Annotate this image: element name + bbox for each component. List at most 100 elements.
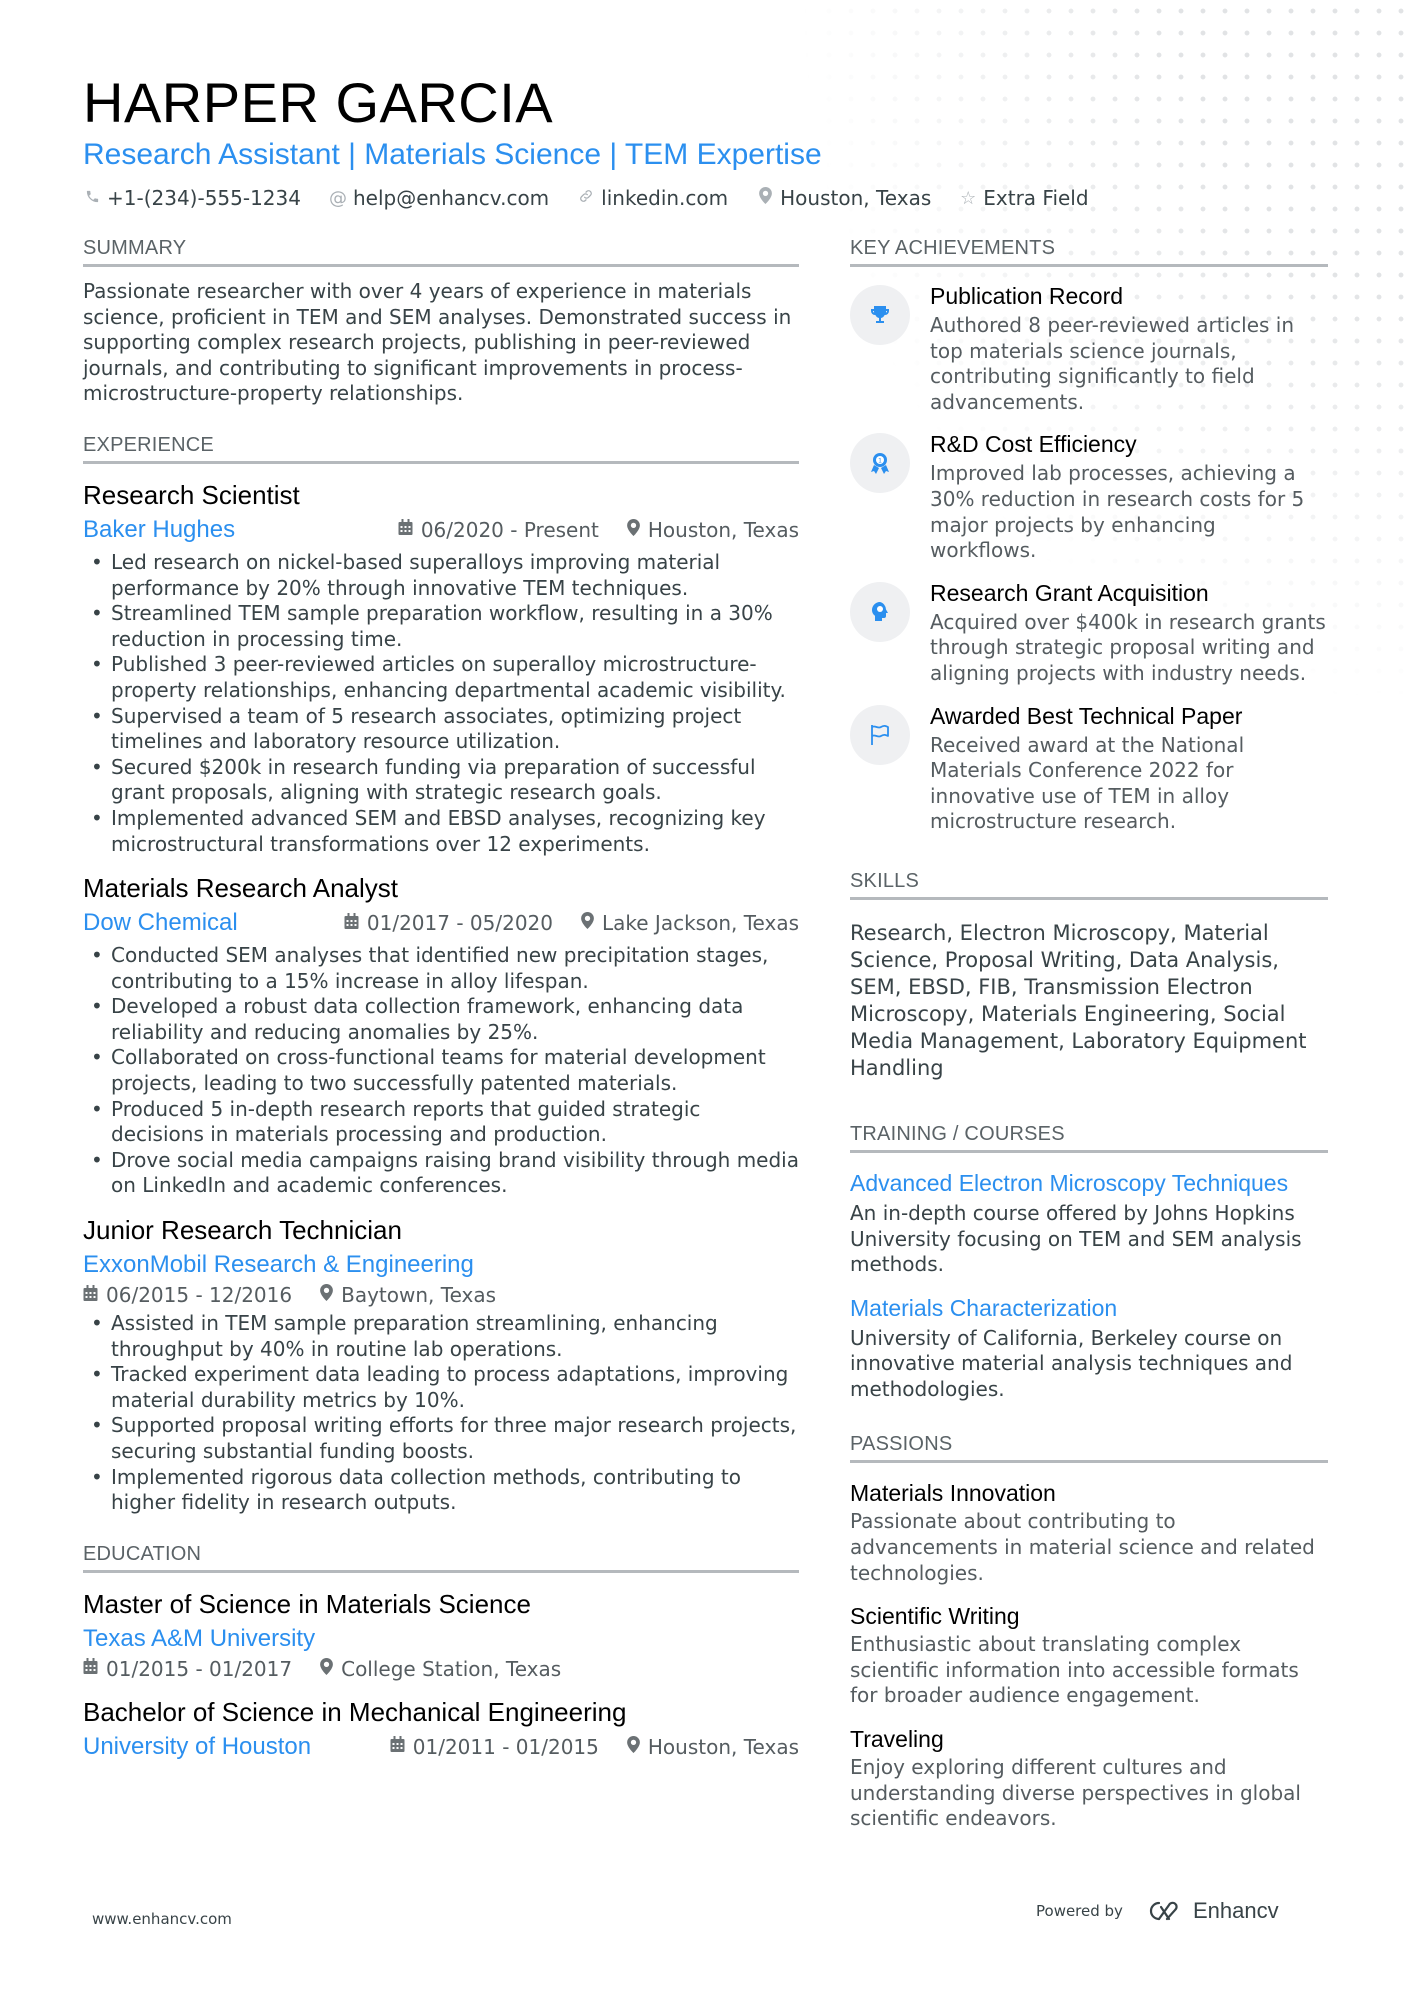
location-pin-icon <box>627 1735 640 1758</box>
flag-icon <box>850 704 910 765</box>
training-heading: TRAINING / COURSES <box>850 1122 1328 1153</box>
contact-extra: ☆ Extra Field <box>959 186 1088 210</box>
company-name: ExxonMobil Research & Engineering <box>83 1251 474 1279</box>
summary-section: SUMMARY Passionate researcher with over … <box>83 236 799 407</box>
job-entry: Research Scientist Baker Hughes 06/2020 … <box>83 478 799 857</box>
contact-phone[interactable]: +1-(234)-555-1234 <box>83 186 301 210</box>
education-location-text: College Station, Texas <box>341 1656 562 1681</box>
achievement-title: Awarded Best Technical Paper <box>930 702 1243 729</box>
course-item: Materials Characterization University of… <box>850 1292 1328 1403</box>
passions-section: PASSIONS Materials Innovation Passionate… <box>850 1432 1328 1831</box>
experience-section: EXPERIENCE Research Scientist Baker Hugh… <box>83 433 799 1516</box>
brand-name: Enhancv <box>1192 1898 1279 1923</box>
resume-header: HARPER GARCIA Research Assistant | Mater… <box>83 70 1333 210</box>
passion-desc: Enthusiastic about translating complex s… <box>850 1632 1299 1708</box>
contact-email[interactable]: @ help@enhancv.com <box>329 186 549 210</box>
bullet-item: Implemented advanced SEM and EBSD analys… <box>83 806 799 857</box>
passion-item: Scientific Writing Enthusiastic about tr… <box>850 1600 1328 1709</box>
job-dates: 06/2020 - Present <box>398 518 599 542</box>
resume-page: HARPER GARCIA Research Assistant | Mater… <box>0 0 1410 1995</box>
bullet-item: Conducted SEM analyses that identified n… <box>83 943 799 994</box>
achievement-item: Research Grant Acquisition Acquired over… <box>850 578 1328 687</box>
enhancv-logo-icon <box>1149 1901 1178 1921</box>
location-pin-icon <box>756 187 774 209</box>
calendar-icon <box>83 1284 98 1306</box>
location-pin-icon <box>320 1657 333 1680</box>
award-ribbon-icon: 1 <box>850 433 910 494</box>
footer-website[interactable]: www.enhancv.com <box>92 1910 232 1928</box>
achievement-item: Awarded Best Technical Paper Received aw… <box>850 701 1328 835</box>
job-location-text: Baytown, Texas <box>341 1283 497 1308</box>
achievement-title: R&D Cost Efficiency <box>930 431 1137 458</box>
job-entry: Materials Research Analyst Dow Chemical … <box>83 871 799 1199</box>
job-location-text: Lake Jackson, Texas <box>602 911 799 936</box>
location-pin-icon <box>627 518 640 541</box>
job-meta: ExxonMobil Research & Engineering 06/201… <box>83 1249 799 1307</box>
bullet-item: Collaborated on cross-functional teams f… <box>83 1045 799 1096</box>
education-location: Houston, Texas <box>627 1735 799 1759</box>
skills-heading: SKILLS <box>850 869 1328 900</box>
calendar-icon <box>398 519 413 540</box>
course-item: Advanced Electron Microscopy Techniques … <box>850 1167 1328 1278</box>
location-pin-icon <box>320 1284 333 1306</box>
enhancv-logo[interactable]: Enhancv <box>1145 1898 1279 1924</box>
achievement-item: Publication Record Authored 8 peer-revie… <box>850 281 1328 415</box>
passion-title: Traveling <box>850 1726 944 1753</box>
achievement-title: Publication Record <box>930 283 1124 309</box>
experience-heading: EXPERIENCE <box>83 433 799 464</box>
job-title: Junior Research Technician <box>83 1215 402 1246</box>
bullet-item: Implemented rigorous data collection met… <box>83 1465 799 1516</box>
course-title[interactable]: Advanced Electron Microscopy Techniques <box>850 1167 1328 1199</box>
calendar-icon <box>390 1736 405 1757</box>
calendar-icon <box>344 912 359 934</box>
job-dates: 01/2017 - 05/2020 <box>344 911 553 935</box>
job-meta: Dow Chemical 01/2017 - 05/2020 Lake Jack… <box>83 907 799 939</box>
bullet-item: Tracked experiment data leading to proce… <box>83 1362 799 1413</box>
school-name: University of Houston <box>83 1732 312 1760</box>
bullet-item: Supported proposal writing efforts for t… <box>83 1413 799 1464</box>
education-date-location: 01/2011 - 01/2015 Houston, Texas <box>390 1735 799 1759</box>
contact-linkedin-text: linkedin.com <box>601 186 729 210</box>
calendar-icon <box>83 1658 98 1679</box>
achievement-title: Research Grant Acquisition <box>930 579 1209 606</box>
achievement-desc: Authored 8 peer-reviewed articles in top… <box>930 313 1295 414</box>
job-bullets: Led research on nickel-based superalloys… <box>83 550 799 857</box>
education-dates-text: 01/2011 - 01/2015 <box>412 1734 599 1759</box>
degree-title: Master of Science in Materials Science <box>83 1588 531 1619</box>
bullet-item: Supervised a team of 5 research associat… <box>83 704 799 755</box>
passion-item: Traveling Enjoy exploring different cult… <box>850 1723 1328 1832</box>
bullet-item: Secured $200k in research funding via pr… <box>83 755 799 806</box>
education-section: EDUCATION Master of Science in Materials… <box>83 1542 799 1763</box>
course-title[interactable]: Materials Characterization <box>850 1292 1328 1324</box>
passion-title: Scientific Writing <box>850 1603 1020 1630</box>
course-desc: University of California, Berkeley cours… <box>850 1325 1293 1401</box>
education-meta: University of Houston 01/2011 - 01/2015 … <box>83 1731 799 1763</box>
left-column: SUMMARY Passionate researcher with over … <box>83 236 799 1789</box>
achievement-desc: Acquired over $400k in research grants t… <box>930 609 1326 685</box>
location-pin-icon <box>581 912 594 934</box>
job-title: Materials Research Analyst <box>83 873 399 904</box>
passion-title: Materials Innovation <box>850 1480 1056 1507</box>
job-date-location: 01/2017 - 05/2020 Lake Jackson, Texas <box>344 911 799 935</box>
right-column: KEY ACHIEVEMENTS Publication Record Auth… <box>850 236 1328 1858</box>
contact-linkedin[interactable]: linkedin.com <box>577 186 728 210</box>
passions-heading: PASSIONS <box>850 1432 1328 1464</box>
job-location: Houston, Texas <box>627 518 799 542</box>
contact-bar: +1-(234)-555-1234 @ help@enhancv.com lin… <box>83 186 1333 210</box>
powered-by-label: Powered by <box>1036 1902 1123 1920</box>
job-location: Baytown, Texas <box>320 1283 496 1307</box>
bullet-item: Produced 5 in-depth research reports tha… <box>83 1097 799 1148</box>
achievement-desc: Received award at the National Materials… <box>930 732 1245 834</box>
education-heading: EDUCATION <box>83 1542 799 1573</box>
contact-location: Houston, Texas <box>756 186 931 210</box>
course-desc: An in-depth course offered by Johns Hopk… <box>850 1200 1302 1277</box>
at-icon: @ <box>328 187 347 209</box>
education-meta: Texas A&M University 01/2015 - 01/2017 C… <box>83 1623 799 1681</box>
achievements-section: KEY ACHIEVEMENTS Publication Record Auth… <box>850 236 1328 835</box>
contact-phone-text: +1-(234)-555-1234 <box>107 186 301 210</box>
company-name: Dow Chemical <box>83 909 238 937</box>
bullet-item: Assisted in TEM sample preparation strea… <box>83 1311 799 1362</box>
summary-text: Passionate researcher with over 4 years … <box>83 279 792 406</box>
education-location-text: Houston, Texas <box>647 1734 799 1759</box>
skills-text: Research, Electron Microscopy, Material … <box>850 920 1307 1080</box>
